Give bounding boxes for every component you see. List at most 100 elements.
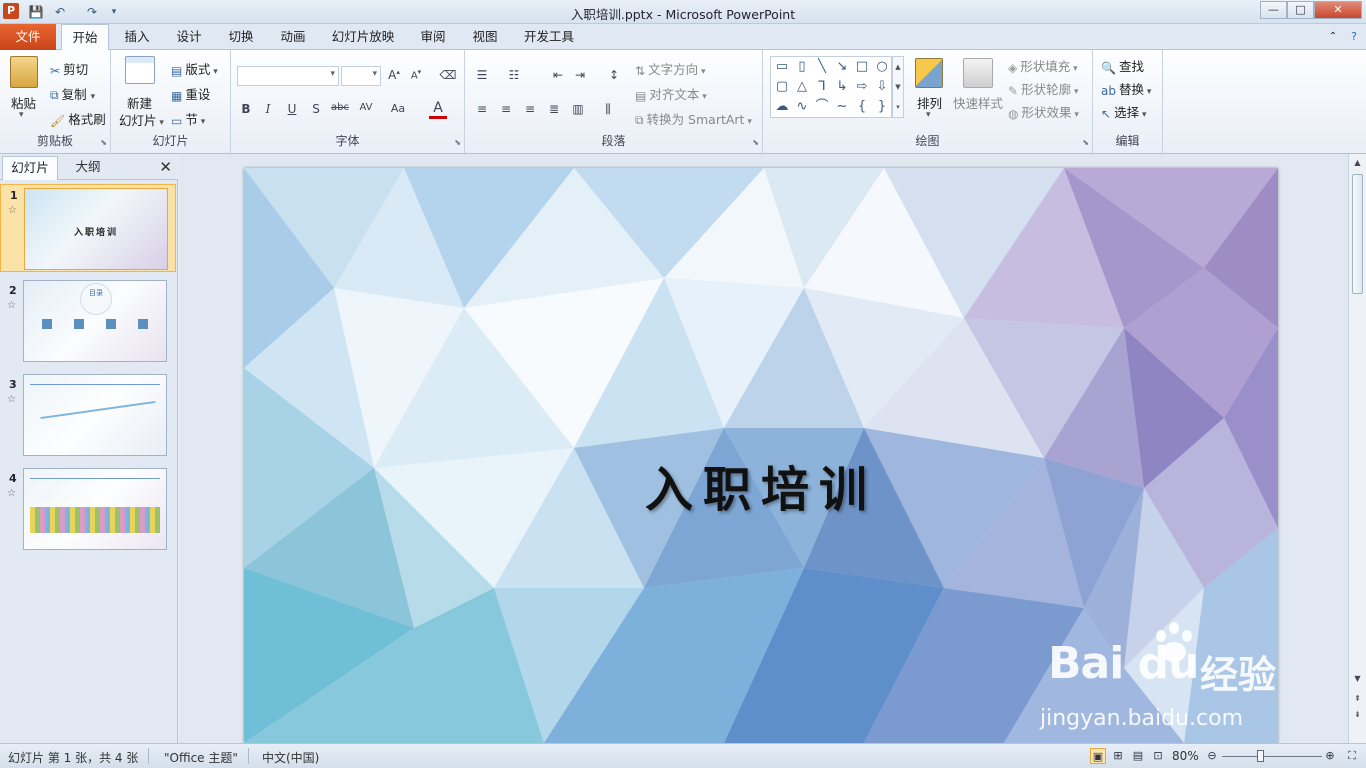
elbow-connector-shape-icon[interactable]: ⅂ xyxy=(813,79,831,95)
down-arrow-shape-icon[interactable]: ⇩ xyxy=(873,79,891,95)
shape-effects-button[interactable]: ◍ 形状效果 ▾ xyxy=(1008,102,1079,121)
tab-slides-panel[interactable]: 幻灯片 xyxy=(2,156,58,180)
scroll-down-icon[interactable]: ▼ xyxy=(1351,674,1364,683)
next-slide-icon[interactable]: ⇟ xyxy=(1351,710,1364,719)
minimize-button[interactable]: — xyxy=(1260,1,1287,19)
normal-view-icon[interactable]: ▣ xyxy=(1090,748,1106,764)
zoom-slider-knob[interactable] xyxy=(1256,750,1264,762)
slide-thumbnail-row[interactable]: 4 ☆ xyxy=(0,468,176,552)
tab-insert[interactable]: 插入 xyxy=(116,24,158,50)
slideshow-view-icon[interactable]: ⊡ xyxy=(1150,748,1166,764)
replace-button[interactable]: ab 替换 ▾ xyxy=(1101,79,1151,98)
font-size-combo[interactable] xyxy=(341,66,381,86)
cut-button[interactable]: ✂ 剪切 xyxy=(50,59,88,78)
increase-indent-icon[interactable]: ⇥ xyxy=(571,68,589,82)
help-icon[interactable]: ? xyxy=(1346,24,1362,50)
theme-name[interactable]: "Office 主题" xyxy=(164,749,238,766)
section-button[interactable]: ▭ 节 ▾ xyxy=(171,109,205,128)
italic-icon[interactable]: I xyxy=(259,102,277,116)
close-panel-icon[interactable]: ✕ xyxy=(159,158,172,176)
text-direction-button[interactable]: ⇅ 文字方向 ▾ xyxy=(635,59,705,78)
select-button[interactable]: ↖ 选择 ▾ xyxy=(1101,102,1146,121)
slide-thumbnail-row[interactable]: 3 ☆ xyxy=(0,374,176,458)
paragraph-launcher-icon[interactable]: ⬊ xyxy=(752,138,759,147)
strikethrough-icon[interactable]: abc xyxy=(331,102,349,113)
left-brace-shape-icon[interactable]: { xyxy=(853,99,871,115)
bullets-icon[interactable]: ☰ xyxy=(473,68,491,82)
align-left-icon[interactable]: ≡ xyxy=(473,102,491,116)
rectangle-shape-icon[interactable]: □ xyxy=(853,59,871,75)
oval-shape-icon[interactable]: ○ xyxy=(873,59,891,75)
distributed-icon[interactable]: ▥ xyxy=(569,102,587,116)
reading-view-icon[interactable]: ▤ xyxy=(1130,748,1146,764)
tab-developer[interactable]: 开发工具 xyxy=(518,24,580,50)
freeform-shape-icon[interactable]: ∿ xyxy=(793,99,811,115)
copy-button[interactable]: ⧉ 复制 ▾ xyxy=(50,84,95,103)
clipboard-launcher-icon[interactable]: ⬊ xyxy=(100,138,107,147)
shadow-icon[interactable]: S xyxy=(307,102,325,116)
shape-fill-button[interactable]: ◈ 形状填充 ▾ xyxy=(1008,56,1078,75)
new-slide-button[interactable]: 幻灯片 ▾ xyxy=(119,110,164,129)
align-center-icon[interactable]: ≡ xyxy=(497,102,515,116)
tab-design[interactable]: 设计 xyxy=(168,24,210,50)
curve-shape-icon[interactable]: ~ xyxy=(833,99,851,115)
arc-shape-icon[interactable]: ⌒ xyxy=(813,99,831,115)
elbow-arrow-shape-icon[interactable]: ↳ xyxy=(833,79,851,95)
shrink-font-icon[interactable]: A▾ xyxy=(407,68,425,81)
slide-thumbnail-row[interactable]: 2 ☆ 目录 xyxy=(0,280,176,364)
slide-thumbnail[interactable] xyxy=(23,468,167,550)
reset-button[interactable]: ▦ 重设 xyxy=(171,84,210,103)
right-arrow-shape-icon[interactable]: ⇨ xyxy=(853,79,871,95)
tab-review[interactable]: 审阅 xyxy=(412,24,454,50)
paste-icon[interactable] xyxy=(10,56,38,88)
character-spacing-icon[interactable]: AV xyxy=(357,102,375,113)
vertical-textbox-shape-icon[interactable]: ▯ xyxy=(793,59,811,75)
justify-icon[interactable]: ≣ xyxy=(545,102,563,116)
font-color-icon[interactable]: A xyxy=(429,100,447,119)
scroll-up-icon[interactable]: ▲ xyxy=(1351,158,1364,167)
slide-thumbnail-row[interactable]: 1 ☆ 入职培训 xyxy=(0,184,176,272)
previous-slide-icon[interactable]: ⇞ xyxy=(1351,694,1364,703)
columns-icon[interactable]: ⫼ xyxy=(599,102,617,117)
numbering-icon[interactable]: ☷ xyxy=(505,68,523,82)
fit-to-window-icon[interactable]: ⛶ xyxy=(1344,748,1360,764)
rounded-rect-shape-icon[interactable]: ▢ xyxy=(773,79,791,95)
format-painter-button[interactable]: 🖌 格式刷 xyxy=(50,109,106,128)
arrow-line-shape-icon[interactable]: ↘ xyxy=(833,59,851,75)
slide-thumbnail[interactable]: 目录 xyxy=(23,280,167,362)
tab-home[interactable]: 开始 xyxy=(61,24,109,51)
font-launcher-icon[interactable]: ⬊ xyxy=(454,138,461,147)
change-case-icon[interactable]: Aa xyxy=(389,102,407,115)
align-text-button[interactable]: ▤ 对齐文本 ▾ xyxy=(635,84,707,103)
shapes-gallery[interactable]: ▭ ▯ ╲ ↘ □ ○ ▢ △ ⅂ ↳ ⇨ ⇩ ☁ ∿ ⌒ ~ { } xyxy=(770,56,892,118)
align-right-icon[interactable]: ≡ xyxy=(521,102,539,116)
language-indicator[interactable]: 中文(中国) xyxy=(262,749,319,766)
textbox-shape-icon[interactable]: ▭ xyxy=(773,59,791,75)
close-button[interactable]: ✕ xyxy=(1314,1,1362,19)
font-name-combo[interactable] xyxy=(237,66,339,86)
slide-thumbnail[interactable] xyxy=(23,374,167,456)
right-brace-shape-icon[interactable]: } xyxy=(873,99,891,115)
line-shape-icon[interactable]: ╲ xyxy=(813,59,831,75)
find-button[interactable]: 🔍 查找 xyxy=(1101,56,1144,75)
slide-title[interactable]: 入职培训 xyxy=(244,450,1278,520)
paste-dropdown-icon[interactable]: ▾ xyxy=(19,110,24,120)
drawing-launcher-icon[interactable]: ⬊ xyxy=(1082,138,1089,147)
shape-outline-button[interactable]: ✎ 形状轮廓 ▾ xyxy=(1008,79,1078,98)
tab-animations[interactable]: 动画 xyxy=(272,24,314,50)
decrease-indent-icon[interactable]: ⇤ xyxy=(549,68,567,82)
tab-outline-panel[interactable]: 大纲 xyxy=(60,156,116,180)
maximize-button[interactable]: □ xyxy=(1287,1,1314,19)
clear-formatting-icon[interactable]: ⌫ xyxy=(439,68,457,82)
slide-sorter-view-icon[interactable]: ⊞ xyxy=(1110,748,1126,764)
underline-icon[interactable]: U xyxy=(283,102,301,116)
zoom-level[interactable]: 80% xyxy=(1172,749,1199,763)
triangle-shape-icon[interactable]: △ xyxy=(793,79,811,95)
zoom-out-icon[interactable]: ⊖ xyxy=(1204,748,1220,764)
zoom-slider[interactable] xyxy=(1222,756,1322,757)
ribbon-minimize-icon[interactable]: ⌃ xyxy=(1326,24,1340,50)
arrange-dropdown-icon[interactable]: ▾ xyxy=(926,110,931,120)
tab-transitions[interactable]: 切换 xyxy=(220,24,262,50)
arrange-icon[interactable] xyxy=(915,58,943,88)
tab-slideshow[interactable]: 幻灯片放映 xyxy=(326,24,400,50)
